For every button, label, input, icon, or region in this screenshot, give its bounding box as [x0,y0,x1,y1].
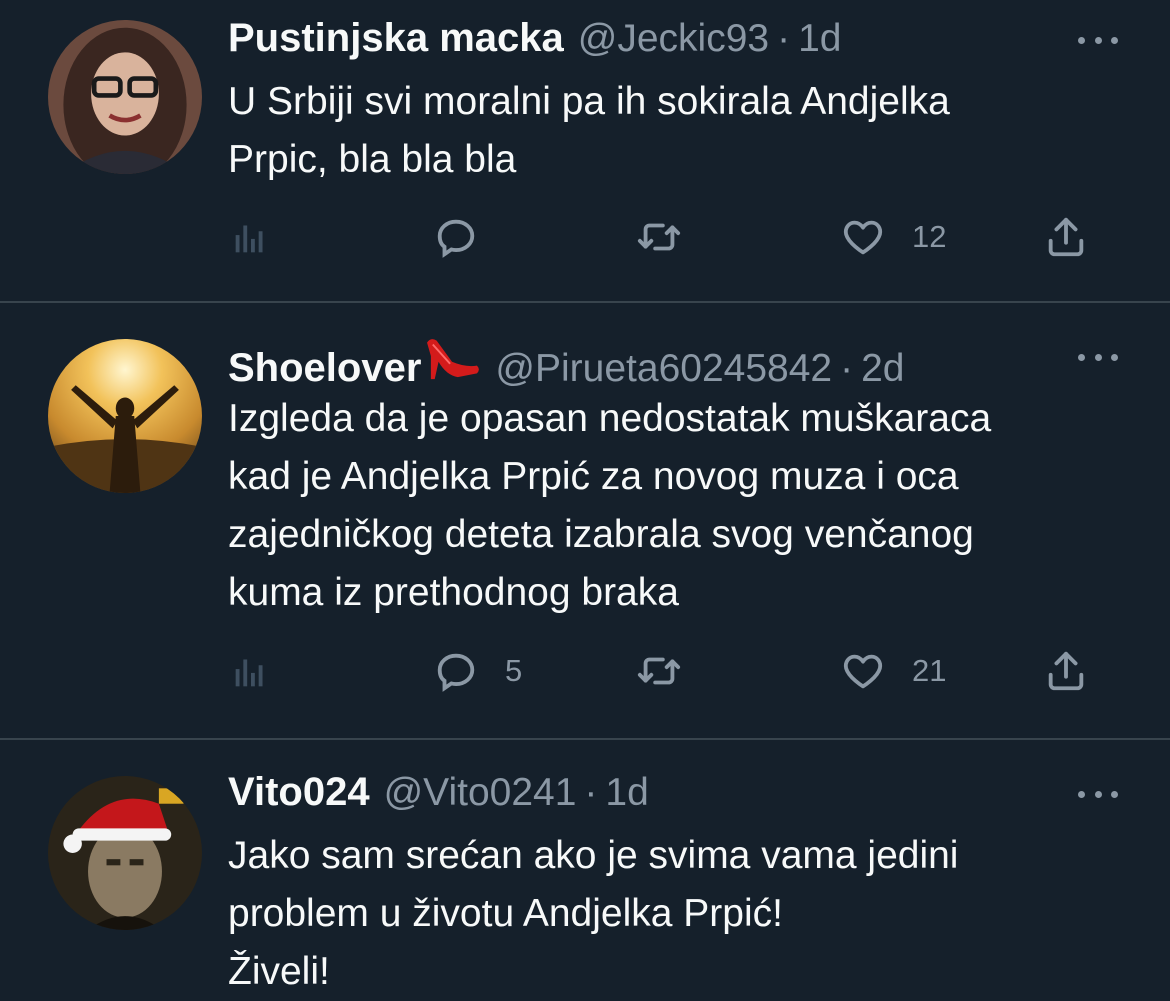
tweet-text-line: Prpic, bla bla bla [228,138,517,181]
tweet-header: Shoelover @Pirueta60245842 · 2d [228,333,904,390]
timestamp[interactable]: 2d [861,347,904,391]
user-handle[interactable]: @Jeckic93 [578,17,769,61]
retweet-icon [637,657,681,685]
tweet-text-line: zajedničkog deteta izabrala svog venčano… [228,513,974,556]
user-handle[interactable]: @Vito0241 [384,771,577,815]
analytics-icon [235,225,263,253]
avatar-image [48,776,202,930]
avatar[interactable] [48,776,202,930]
tweet-text-line: Izgleda da je opasan nedostatak muškarac… [228,397,992,440]
display-name[interactable]: Shoelover [228,346,421,391]
user-handle[interactable]: @Pirueta60245842 [495,347,832,391]
tweet-header: Vito024 @Vito0241 · 1d [228,770,649,820]
retweet-icon [637,223,681,251]
tweet-text-line: Živeli! [228,950,330,993]
tweet[interactable]: Shoelover @Pirueta60245842 · 2d Izgleda … [0,303,1170,739]
avatar-image [48,20,202,174]
high-heel-shoe-icon [427,339,480,380]
timestamp[interactable]: 1d [605,771,648,815]
retweet-button[interactable] [636,212,682,262]
tweet-header: Pustinjska macka @Jeckic93 · 1d [228,16,841,66]
tweet-text-line: U Srbiji svi moralni pa ih sokirala Andj… [228,80,950,123]
heart-icon [843,220,883,255]
tweet[interactable]: Vito024 @Vito0241 · 1d Jako sam srećan a… [0,740,1170,997]
reply-icon [437,653,475,692]
avatar[interactable] [48,339,202,493]
separator: · [777,17,791,60]
more-options-icon[interactable] [1078,30,1118,50]
heart-icon [843,654,883,689]
reply-count: 5 [505,653,523,688]
share-button[interactable] [1043,212,1089,262]
tweet[interactable]: Pustinjska macka @Jeckic93 · 1d U Srbiji… [0,0,1170,302]
reply-button[interactable]: 5 [433,646,522,696]
retweet-button[interactable] [636,646,682,696]
tweet-text: Jako sam srećan ako je svima vama jedini… [228,827,1128,1001]
reply-icon [437,219,475,258]
more-options-icon[interactable] [1078,347,1118,367]
tweet-actions: 5 21 [228,646,1108,696]
tweet-text: Izgleda da je opasan nedostatak muškarac… [228,390,1128,622]
tweet-actions: 12 [228,212,1108,262]
like-button[interactable]: 12 [840,212,946,262]
share-icon [1048,217,1084,257]
share-icon [1048,651,1084,691]
tweet-text: U Srbiji svi moralni pa ih sokirala Andj… [228,73,1128,189]
display-name[interactable]: Pustinjska macka [228,16,564,61]
like-count: 21 [912,653,947,688]
tweet-text-line: Jako sam srećan ako je svima vama jedini [228,834,959,877]
separator: · [840,347,854,390]
tweet-text-line: kad je Andjelka Prpić za novog muza i oc… [228,455,959,498]
timestamp[interactable]: 1d [798,17,841,61]
analytics-button[interactable] [228,646,274,696]
analytics-button[interactable] [228,212,274,262]
reply-button[interactable] [433,212,505,262]
tweet-text-line: problem u životu Andjelka Prpić! [228,892,783,935]
share-button[interactable] [1043,646,1089,696]
analytics-icon [235,659,263,687]
like-button[interactable]: 21 [840,646,946,696]
tweet-text-line: kuma iz prethodnog braka [228,571,679,614]
like-count: 12 [912,219,947,254]
more-options-icon[interactable] [1078,784,1118,804]
avatar[interactable] [48,20,202,174]
avatar-image [48,339,202,493]
display-name[interactable]: Vito024 [228,770,370,815]
separator: · [584,771,598,814]
